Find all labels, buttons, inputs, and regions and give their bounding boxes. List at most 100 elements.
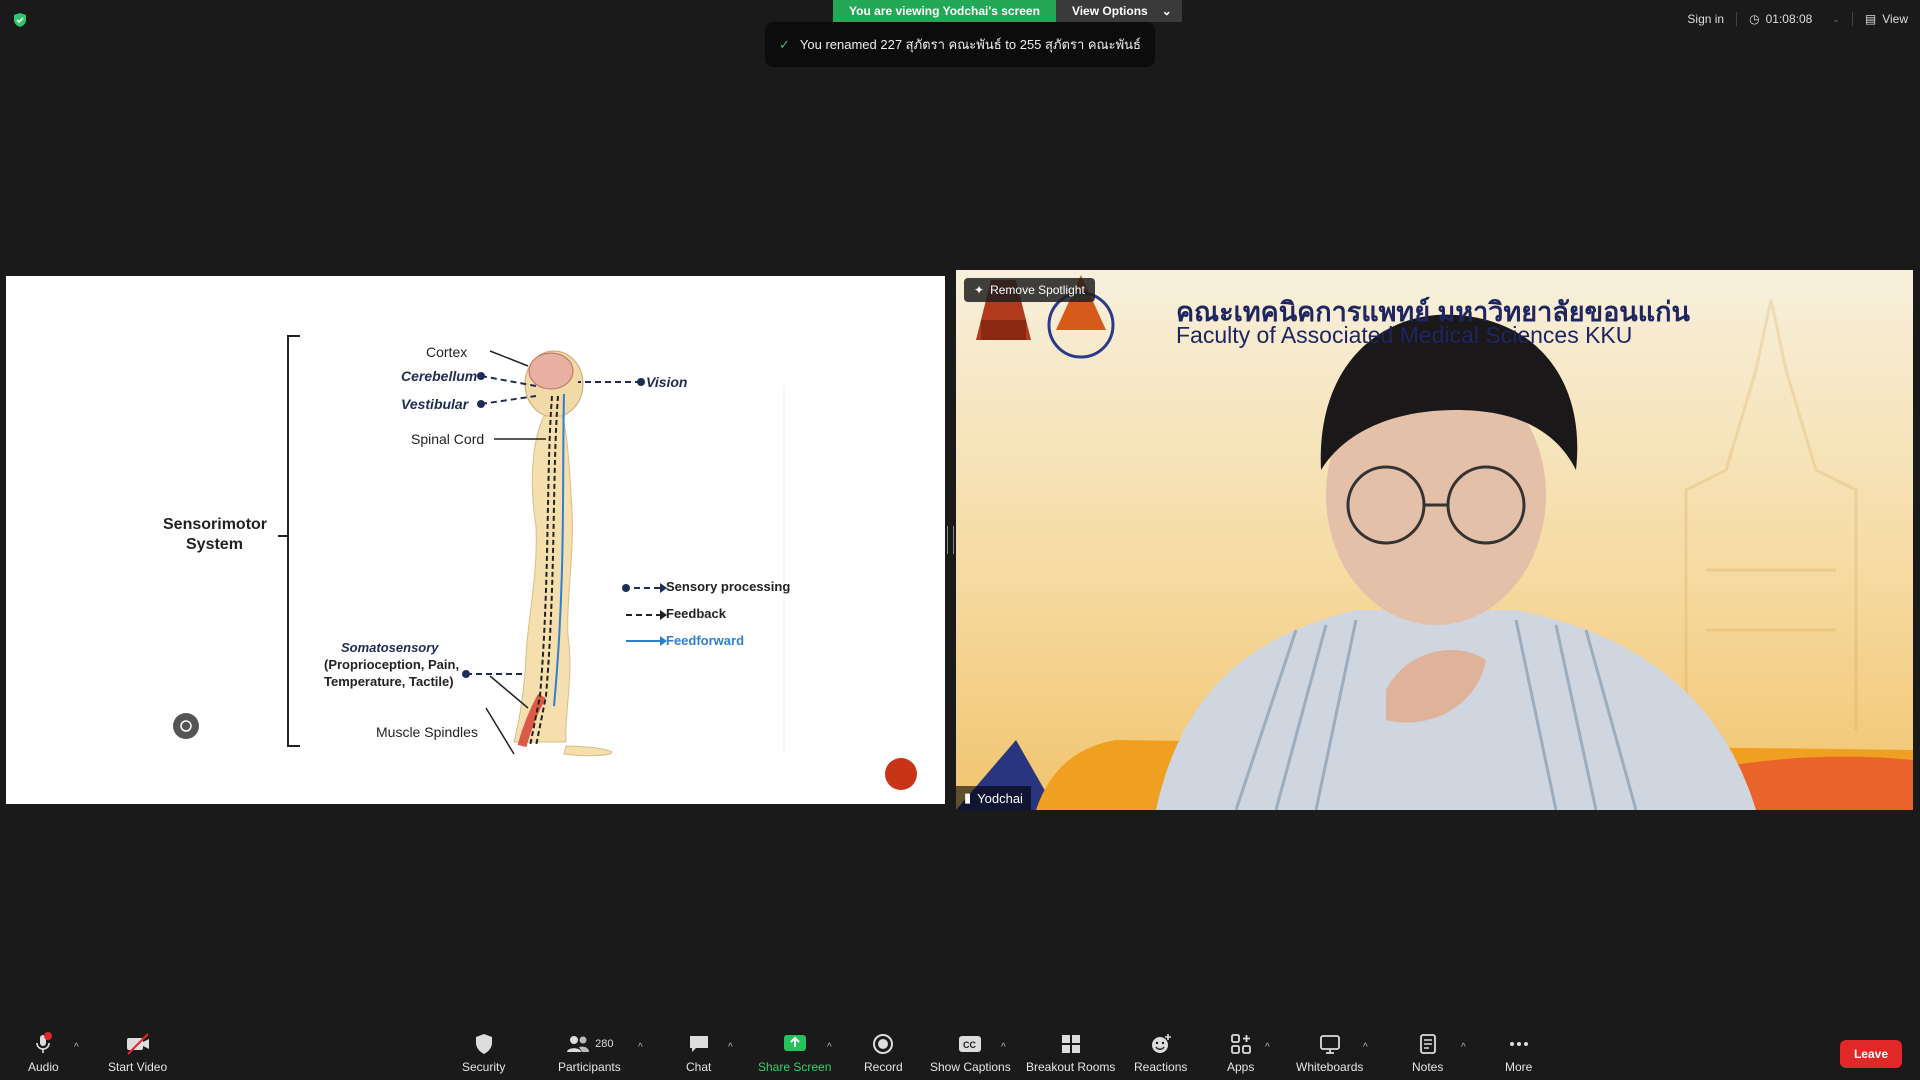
participants-button[interactable]: 280 Participants (558, 1032, 621, 1074)
sign-in-button[interactable]: Sign in (1675, 8, 1736, 30)
legend-feedforward: Feedforward (666, 633, 745, 648)
label-vision: Vision (646, 374, 688, 390)
share-screen-label: Share Screen (758, 1060, 832, 1074)
label-cerebellum: Cerebellum (401, 368, 478, 384)
chevron-down-icon: ⌄ (1161, 4, 1172, 18)
show-captions-button[interactable]: CC Show Captions (930, 1032, 1011, 1074)
reactions-label: Reactions (1134, 1060, 1188, 1074)
video-background (956, 275, 1913, 810)
reactions-button[interactable]: Reactions (1134, 1032, 1187, 1074)
whiteboard-icon (1318, 1032, 1342, 1056)
label-somatosensory-line2: (Proprioception, Pain, (324, 657, 460, 672)
breakout-rooms-button[interactable]: Breakout Rooms (1026, 1032, 1115, 1074)
remove-spotlight-label: Remove Spotlight (990, 283, 1085, 297)
whiteboards-button[interactable]: Whiteboards (1296, 1032, 1363, 1074)
view-options-label: View Options (1071, 4, 1148, 18)
record-button[interactable]: Record (864, 1032, 903, 1074)
whiteboards-label: Whiteboards (1296, 1060, 1364, 1074)
apps-icon (1229, 1032, 1253, 1056)
show-captions-label: Show Captions (930, 1060, 1011, 1074)
remove-spotlight-button[interactable]: ✦ Remove Spotlight (964, 278, 1095, 302)
chat-options-caret[interactable]: ^ (728, 1042, 733, 1053)
encryption-shield-icon[interactable] (12, 12, 28, 28)
chat-label: Chat (686, 1060, 712, 1074)
view-options-button[interactable]: View Options ⌄ (1055, 0, 1182, 22)
checkmark-icon: ✓ (779, 36, 790, 52)
shared-screen-slide: Cortex Cerebellum Vestibular Spinal Cord… (6, 276, 945, 804)
apps-options-caret[interactable]: ^ (1265, 1042, 1270, 1053)
chevron-down-icon: ⌄ (1832, 13, 1840, 24)
viewing-screen-label: You are viewing Yodchai's screen (833, 0, 1056, 22)
label-spinal-cord: Spinal Cord (411, 431, 485, 447)
reactions-emoji-icon (1149, 1032, 1173, 1056)
more-button[interactable]: More (1505, 1032, 1532, 1074)
system-bracket (278, 335, 300, 747)
participants-count: 280 (595, 1038, 614, 1050)
audio-button[interactable]: Audio (28, 1032, 59, 1074)
audio-options-caret[interactable]: ^ (74, 1042, 79, 1053)
share-screen-icon (782, 1032, 808, 1056)
apps-button[interactable]: Apps (1227, 1032, 1254, 1074)
view-layout-icon: ▤ (1864, 12, 1877, 26)
breakout-rooms-label: Breakout Rooms (1026, 1060, 1116, 1074)
svg-text:CC: CC (963, 1040, 976, 1050)
apps-label: Apps (1227, 1060, 1255, 1074)
start-video-label: Start Video (108, 1060, 168, 1074)
legend-feedback: Feedback (666, 606, 726, 621)
share-screen-button[interactable]: Share Screen (758, 1032, 831, 1074)
leave-button[interactable]: Leave (1839, 1040, 1902, 1068)
chat-bubble-icon (687, 1032, 711, 1056)
notes-button[interactable]: Notes (1412, 1032, 1443, 1074)
chat-button[interactable]: Chat (686, 1032, 711, 1074)
label-vestibular: Vestibular (401, 396, 469, 412)
label-system-line2: System (186, 536, 243, 553)
security-shield-icon (473, 1032, 495, 1056)
audio-label: Audio (28, 1060, 59, 1074)
viewing-banner: You are viewing Yodchai's screen View Op… (833, 0, 1182, 22)
captions-options-caret[interactable]: ^ (1001, 1042, 1006, 1053)
breakout-rooms-icon (1059, 1032, 1083, 1056)
label-cortex: Cortex (426, 344, 468, 360)
label-muscle-spindles: Muscle Spindles (376, 724, 478, 740)
slide-capture-button (173, 713, 199, 739)
view-label: View (1882, 12, 1908, 26)
rename-notification: ✓ You renamed 227 สุภัตรา คณะพันธ์ to 25… (765, 22, 1155, 67)
faculty-english-title: Faculty of Associated Medical Sciences K… (1176, 322, 1633, 348)
participants-icon: 280 (565, 1032, 614, 1056)
microphone-icon (31, 1032, 55, 1056)
view-button[interactable]: ▤ View (1853, 8, 1920, 30)
video-off-icon (125, 1032, 151, 1056)
notes-options-caret[interactable]: ^ (1461, 1042, 1466, 1053)
pin-icon: ✦ (974, 283, 985, 297)
security-button[interactable]: Security (462, 1032, 505, 1074)
presenter-figure (1156, 314, 1756, 810)
more-dots-icon (1507, 1032, 1531, 1056)
share-options-caret[interactable]: ^ (827, 1042, 832, 1053)
participant-name: Yodchai (977, 790, 1023, 806)
clock-icon: ◷ (1749, 12, 1760, 26)
participants-label: Participants (558, 1060, 621, 1074)
start-video-button[interactable]: Start Video (108, 1032, 167, 1074)
record-label: Record (864, 1060, 903, 1074)
label-system-line1: Sensorimotor (163, 516, 268, 533)
legend-sensory-processing: Sensory processing (666, 579, 791, 594)
more-label: More (1505, 1060, 1533, 1074)
participant-name-tag: ▮ Yodchai (956, 786, 1031, 810)
meeting-timer[interactable]: ◷ 01:08:08 ⌄ (1737, 8, 1852, 30)
closed-captions-icon: CC (957, 1032, 983, 1056)
label-somatosensory-line3: Temperature, Tactile) (324, 674, 454, 689)
notes-label: Notes (1412, 1060, 1444, 1074)
panel-resize-handle[interactable] (947, 526, 954, 554)
top-right-controls: Sign in ◷ 01:08:08 ⌄ ▤ View (1675, 8, 1920, 30)
slide-record-indicator (885, 758, 917, 790)
whiteboards-options-caret[interactable]: ^ (1363, 1042, 1368, 1053)
timer-value: 01:08:08 (1765, 12, 1813, 26)
security-label: Security (462, 1060, 506, 1074)
human-figure-illustration (513, 350, 613, 757)
notification-text: You renamed 227 สุภัตรา คณะพันธ์ to 255 … (799, 37, 1141, 52)
participants-options-caret[interactable]: ^ (638, 1042, 643, 1053)
notes-icon (1416, 1032, 1440, 1056)
speaker-video[interactable]: คณะเทคนิคการแพทย์ มหาวิทยาลัยขอนแก่น Fac… (956, 270, 1913, 810)
meeting-toolbar: Audio ^ Start Video Security 280 Partici… (0, 1018, 1920, 1080)
record-icon (871, 1032, 895, 1056)
